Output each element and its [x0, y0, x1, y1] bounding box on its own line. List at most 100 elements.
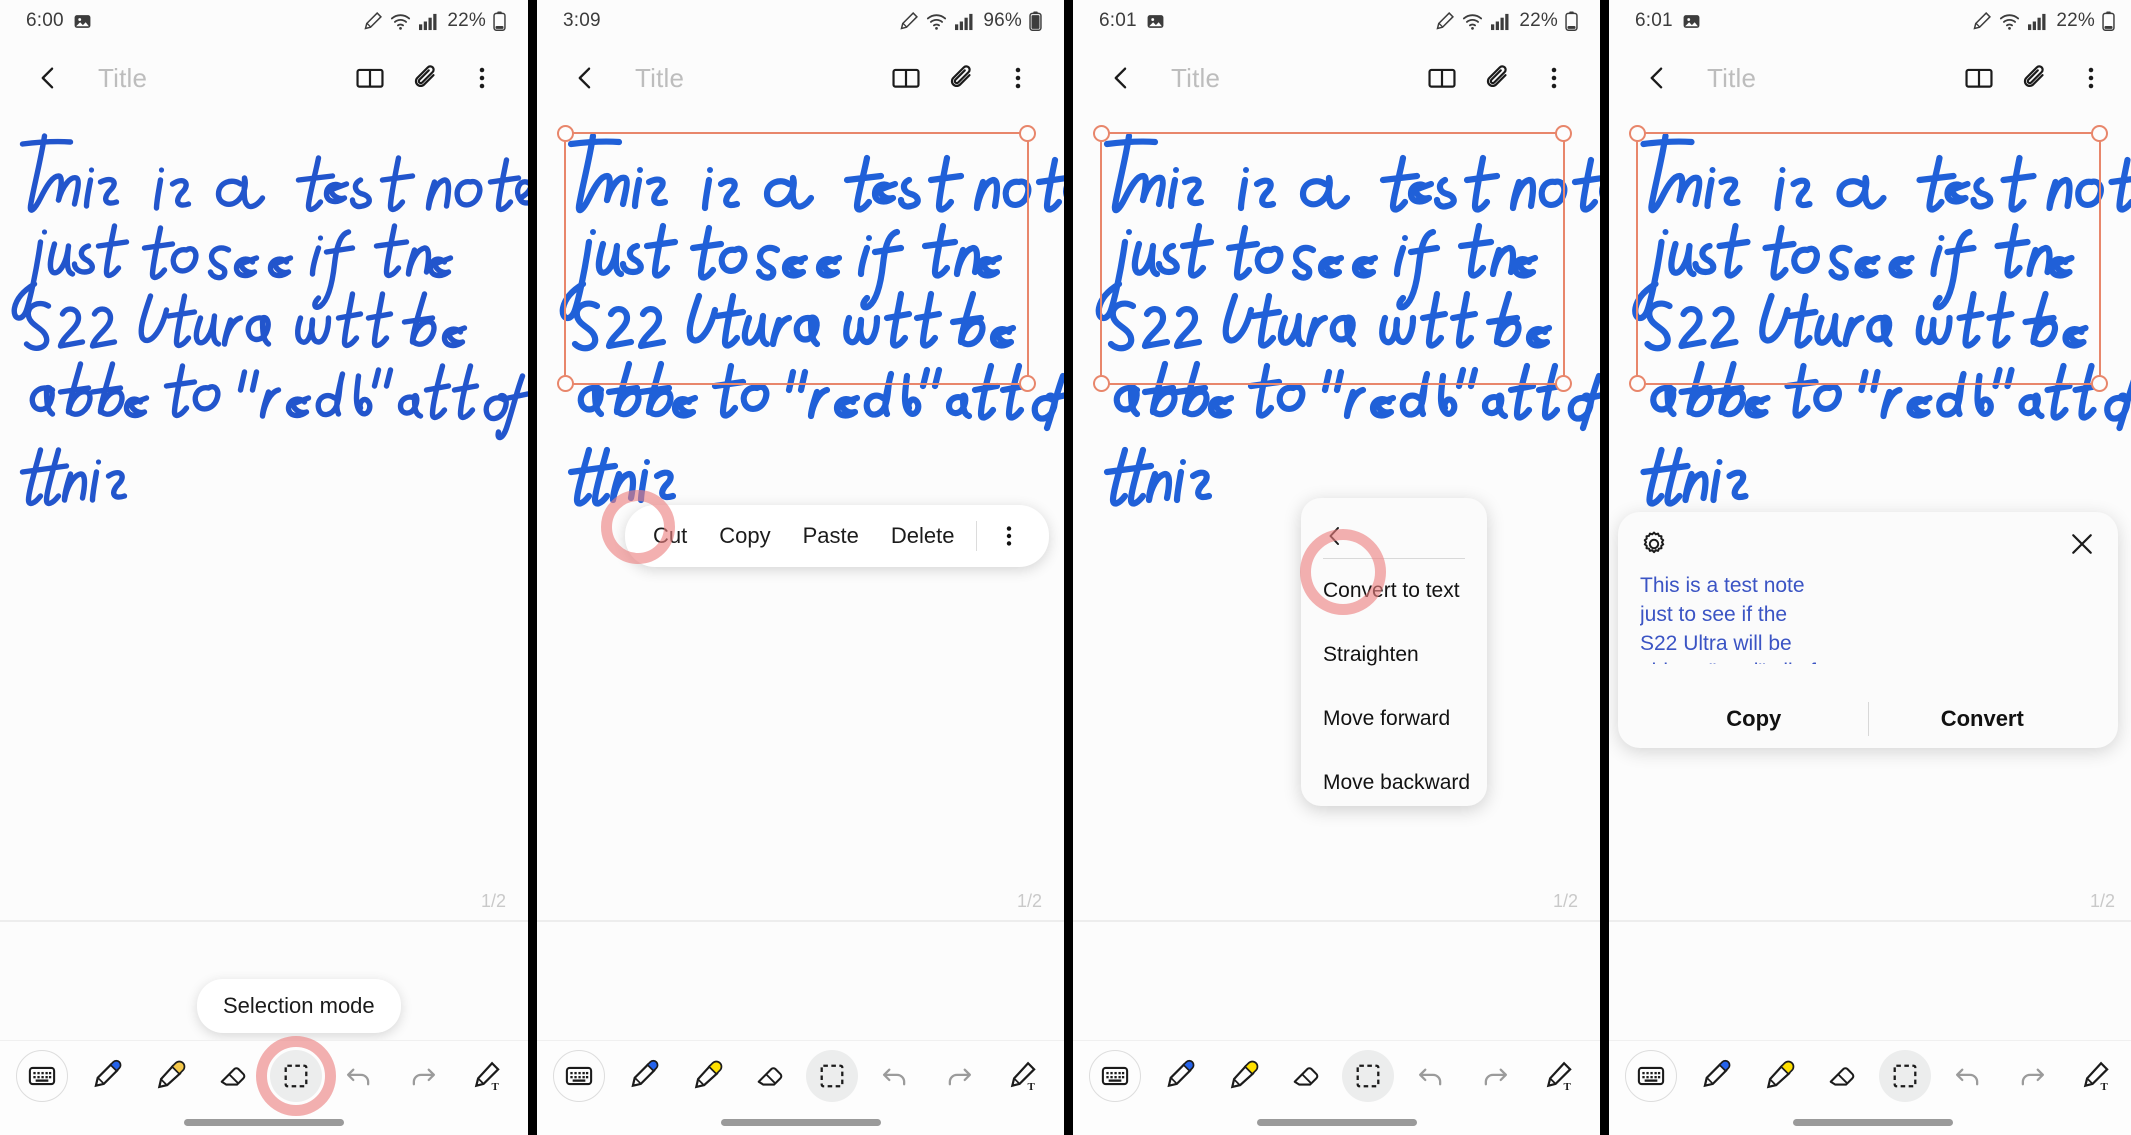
undo-icon[interactable] — [333, 1050, 385, 1102]
selection-mode-icon[interactable] — [1342, 1049, 1395, 1102]
status-bar: 3:09 96% — [537, 0, 1064, 42]
eraser-icon[interactable] — [206, 1050, 258, 1102]
undo-icon[interactable] — [1405, 1050, 1457, 1102]
more-vertical-icon[interactable] — [456, 52, 508, 104]
paperclip-icon[interactable] — [936, 52, 988, 104]
menu-back-button[interactable] — [1301, 508, 1487, 556]
text-pen-icon[interactable]: T — [460, 1050, 512, 1102]
home-indicator[interactable] — [1609, 1110, 2131, 1135]
menu-item-move-forward[interactable]: Move forward — [1301, 687, 1487, 751]
status-left: 6:00 — [26, 10, 92, 32]
paperclip-icon[interactable] — [1472, 52, 1524, 104]
eraser-icon[interactable] — [1815, 1050, 1867, 1102]
selection-context-bar: Cut Copy Paste Delete — [601, 490, 1050, 567]
gear-icon[interactable] — [1640, 530, 1668, 558]
page-title[interactable]: Title — [98, 63, 147, 94]
panel-divider — [528, 0, 537, 1135]
app-bar: Title — [1073, 42, 1600, 114]
pen-icon[interactable] — [1152, 1050, 1204, 1102]
redo-icon[interactable] — [1469, 1050, 1521, 1102]
paste-button[interactable]: Paste — [787, 523, 875, 549]
note-canvas[interactable]: Cut Copy Paste Delete 1/2 — [537, 114, 1064, 1135]
selection-mode-icon[interactable] — [255, 1035, 336, 1116]
copy-button[interactable]: Copy — [703, 523, 786, 549]
back-button[interactable] — [1631, 52, 1683, 104]
undo-icon[interactable] — [1942, 1050, 1994, 1102]
pen-icon[interactable] — [79, 1050, 131, 1102]
keyboard-icon[interactable] — [1625, 1049, 1677, 1102]
menu-item-move-backward[interactable]: Move backward — [1301, 751, 1487, 806]
page-indicator: 1/2 — [480, 891, 506, 911]
back-button[interactable] — [1095, 52, 1147, 104]
highlighter-icon[interactable] — [1752, 1050, 1804, 1102]
page-title[interactable]: Title — [635, 63, 684, 94]
more-vertical-icon[interactable] — [2065, 52, 2117, 104]
handwriting-ink — [559, 132, 1064, 507]
battery-percent-label: 22% — [1519, 10, 1558, 31]
signal-icon — [418, 12, 439, 31]
image-notification-icon — [1682, 12, 1701, 31]
more-vertical-icon[interactable] — [601, 490, 1037, 564]
delete-button[interactable]: Delete — [875, 523, 971, 549]
selection-mode-icon[interactable] — [806, 1049, 859, 1102]
note-canvas[interactable]: Convert to text Straighten Move forward … — [1073, 114, 1600, 1135]
pen-icon[interactable] — [616, 1050, 668, 1102]
undo-icon[interactable] — [869, 1050, 921, 1102]
text-pen-icon[interactable]: T — [996, 1050, 1048, 1102]
paperclip-icon[interactable] — [400, 52, 452, 104]
image-notification-icon — [73, 12, 92, 31]
menu-item-convert-to-text[interactable]: Convert to text — [1301, 559, 1487, 623]
page-indicator: 1/2 — [1552, 891, 1578, 911]
home-indicator[interactable] — [1073, 1110, 1600, 1135]
book-icon[interactable] — [1416, 52, 1468, 104]
chevron-left-icon — [1329, 527, 1339, 545]
pen-icon[interactable] — [1688, 1050, 1740, 1102]
highlighter-icon[interactable] — [680, 1050, 732, 1102]
paperclip-icon[interactable] — [2009, 52, 2061, 104]
highlighter-icon[interactable] — [143, 1050, 195, 1102]
home-indicator[interactable] — [0, 1110, 528, 1135]
redo-icon[interactable] — [2006, 1050, 2058, 1102]
book-icon[interactable] — [880, 52, 932, 104]
copy-button[interactable]: Copy — [1640, 706, 1868, 732]
book-icon[interactable] — [344, 52, 396, 104]
more-vertical-icon[interactable] — [992, 52, 1044, 104]
more-vertical-icon[interactable] — [1528, 52, 1580, 104]
convert-button[interactable]: Convert — [1869, 706, 2097, 732]
status-time: 6:00 — [26, 10, 64, 31]
app-bar: Title — [0, 42, 528, 114]
drawing-toolbar: T — [1609, 1040, 2131, 1135]
text-pen-icon[interactable]: T — [2069, 1050, 2121, 1102]
cut-button[interactable]: Cut — [637, 523, 703, 549]
close-icon[interactable] — [2068, 530, 2096, 558]
drawing-toolbar: T — [0, 1035, 528, 1135]
back-button[interactable] — [22, 52, 74, 104]
toolbar-row: T — [0, 1035, 528, 1116]
app-bar: Title — [1609, 42, 2131, 114]
status-right: 22% — [363, 10, 506, 32]
panel-divider — [1064, 0, 1073, 1135]
page-title[interactable]: Title — [1171, 63, 1220, 94]
back-button[interactable] — [559, 52, 611, 104]
redo-icon[interactable] — [933, 1050, 985, 1102]
status-right: 22% — [1972, 10, 2115, 32]
menu-item-straighten[interactable]: Straighten — [1301, 623, 1487, 687]
redo-icon[interactable] — [397, 1050, 449, 1102]
home-indicator[interactable] — [537, 1110, 1064, 1135]
selection-mode-icon[interactable] — [1878, 1049, 1931, 1102]
highlighter-icon[interactable] — [1216, 1050, 1268, 1102]
keyboard-icon[interactable] — [553, 1049, 605, 1102]
book-icon[interactable] — [1953, 52, 2005, 104]
eraser-icon[interactable] — [743, 1050, 795, 1102]
dialog-header — [1640, 530, 2096, 558]
battery-percent-label: 22% — [447, 10, 486, 31]
text-pen-icon[interactable]: T — [1532, 1050, 1584, 1102]
page-title[interactable]: Title — [1707, 63, 1756, 94]
status-time: 3:09 — [563, 10, 601, 31]
eraser-icon[interactable] — [1279, 1050, 1331, 1102]
keyboard-icon[interactable] — [1089, 1049, 1141, 1102]
keyboard-icon[interactable] — [16, 1049, 68, 1102]
panel-3: 6:01 22% Title Convert to text Straighte… — [1073, 0, 1600, 1135]
note-canvas[interactable]: This is a test note just to see if the S… — [1609, 114, 2131, 1135]
battery-percent-label: 96% — [983, 10, 1022, 31]
